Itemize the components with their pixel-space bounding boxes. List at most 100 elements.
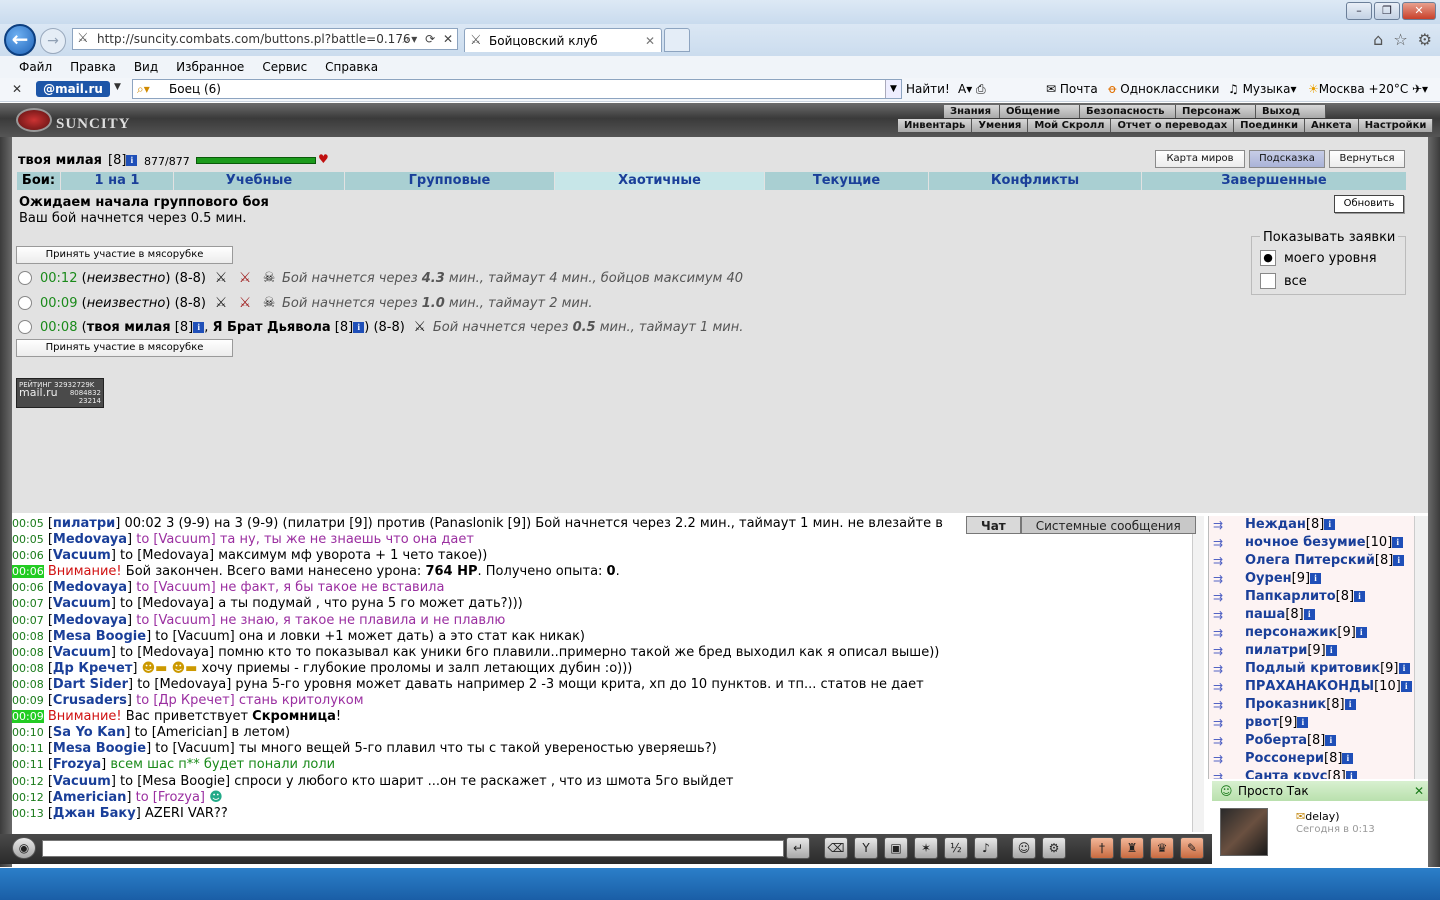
ratio-icon[interactable]: ½ — [944, 837, 968, 859]
user-list-item[interactable]: ⇉ Россонери[8] i — [1209, 750, 1428, 768]
close-window-button[interactable]: ✕ — [1402, 2, 1436, 20]
forward-button[interactable]: → — [40, 28, 66, 54]
private-message-icon[interactable]: ⇉ — [1213, 626, 1235, 640]
private-message-icon[interactable]: ⇉ — [1213, 716, 1235, 730]
eraser-icon[interactable]: ⌫ — [824, 837, 848, 859]
menu-settings[interactable]: Настройки — [1358, 119, 1434, 132]
user-name[interactable]: Оурен — [1245, 571, 1292, 586]
return-button[interactable]: Вернуться — [1329, 150, 1405, 168]
tab-chat[interactable]: Чат — [966, 516, 1021, 534]
back-button[interactable]: ← — [4, 24, 36, 56]
settings-icon[interactable]: ⚙ — [1042, 837, 1066, 859]
chat-nick[interactable]: Americian — [53, 790, 126, 805]
chat-nick[interactable]: пилатри — [53, 516, 115, 531]
tab-group[interactable]: Групповые — [345, 172, 555, 190]
menu-transfer-report[interactable]: Отчет о переводах — [1111, 119, 1235, 132]
join-button-bottom[interactable]: Принять участие в мясорубке — [16, 339, 233, 357]
menu-edit[interactable]: Правка — [61, 58, 125, 78]
save-icon[interactable]: ▣ — [884, 837, 908, 859]
user-name[interactable]: ПРАХАНАКОНДЫ — [1245, 679, 1374, 694]
chevron-down-icon[interactable]: ▼ — [114, 82, 121, 92]
clan-icon[interactable]: ♛ — [1150, 837, 1174, 859]
chat-nick[interactable]: Mesa Boogie — [53, 629, 146, 644]
scroll-icon[interactable]: ✎ — [1180, 837, 1204, 859]
join-button-top[interactable]: Принять участие в мясорубке — [16, 246, 233, 264]
menu-knowledge[interactable]: Знания — [944, 105, 1000, 118]
user-name[interactable]: Папкарлито — [1245, 589, 1336, 604]
tab-current[interactable]: Текущие — [765, 172, 929, 190]
user-list-item[interactable]: ⇉ Олега Питерский[8] i — [1209, 552, 1428, 570]
private-message-icon[interactable]: ⇉ — [1213, 536, 1235, 550]
user-list-item[interactable]: ⇉ ночное безумие[10] i — [1209, 534, 1428, 552]
menu-profile[interactable]: Анкета — [1304, 119, 1359, 132]
home-icon[interactable]: ⌂ — [1373, 30, 1383, 49]
menu-fights[interactable]: Поединки — [1234, 119, 1305, 132]
hint-button[interactable]: Подсказка — [1249, 150, 1325, 168]
menu-my-scroll[interactable]: Мой Скролл — [1028, 119, 1112, 132]
chat-nick[interactable]: Sa Yo Kan — [53, 725, 125, 740]
user-list-item[interactable]: ⇉ рвот[9] i — [1209, 714, 1428, 732]
user-list-item[interactable]: ⇉ ПРАХАНАКОНДЫ[10] i — [1209, 678, 1428, 696]
info-icon[interactable]: i — [1303, 609, 1315, 620]
chat-nick[interactable]: Vacuum — [53, 596, 111, 611]
chat-log[interactable]: 00:05 [пилатри] 00:02 3 (9-9) на 3 (9-9)… — [12, 516, 1204, 832]
info-icon[interactable]: i — [1310, 573, 1322, 584]
user-list-item[interactable]: ⇉ паша[8] i — [1209, 606, 1428, 624]
user-list-item[interactable]: ⇉ пилатри[9] i — [1209, 642, 1428, 660]
browser-tab[interactable]: ⚔ Бойцовский клуб ✕ — [464, 28, 662, 52]
menu-inventory[interactable]: Инвентарь — [898, 119, 973, 132]
address-tools-icon[interactable]: ⌕▾ ⟳ ✕ — [403, 29, 455, 49]
find-button[interactable]: Найти! — [906, 82, 950, 96]
menu-character[interactable]: Персонаж — [1176, 105, 1256, 118]
font-size-icon[interactable]: A▾ ⎙ — [958, 82, 986, 97]
chat-nick[interactable]: Medovaya — [53, 580, 127, 595]
battle-radio[interactable] — [18, 320, 32, 334]
chat-nick[interactable]: Vacuum — [53, 548, 111, 563]
info-icon[interactable]: i — [1355, 627, 1367, 638]
chat-scrollbar[interactable] — [1192, 516, 1204, 832]
user-name[interactable]: Подлый критовик — [1245, 661, 1380, 676]
private-message-icon[interactable]: ⇉ — [1213, 698, 1235, 712]
info-icon[interactable]: i — [1325, 645, 1337, 656]
tab-system-messages[interactable]: Системные сообщения — [1020, 516, 1196, 534]
chat-nick[interactable]: Medovaya — [53, 532, 127, 547]
battle-player2[interactable]: Я Брат Дьявола — [212, 320, 330, 335]
info-icon[interactable]: i — [353, 321, 365, 333]
info-icon[interactable]: i — [193, 321, 205, 333]
chat-nick[interactable]: Medovaya — [53, 613, 127, 628]
user-name[interactable]: рвот — [1245, 715, 1279, 730]
weather-link[interactable]: ☀Москва +20°C — [1308, 82, 1408, 96]
userlist-scrollbar[interactable] — [1414, 516, 1428, 779]
user-list-item[interactable]: ⇉ Папкарлито[8] i — [1209, 588, 1428, 606]
info-icon[interactable]: i — [1325, 735, 1337, 746]
user-name[interactable]: Санта крус — [1245, 769, 1327, 779]
user-name[interactable]: пилатри — [1245, 643, 1307, 658]
refresh-button[interactable]: Обновить — [1334, 195, 1404, 213]
world-map-button[interactable]: Карта миров — [1155, 150, 1245, 168]
user-name[interactable]: Россонери — [1245, 751, 1324, 766]
private-message-icon[interactable]: ⇉ — [1213, 572, 1235, 586]
avatar[interactable] — [1220, 808, 1268, 856]
menu-skills[interactable]: Умения — [972, 119, 1029, 132]
search-dropdown-icon[interactable]: ▼ — [885, 80, 901, 98]
mailru-logo[interactable]: @mail.ru — [36, 81, 110, 97]
rating-counter[interactable]: РЕЙТИНГ 32932729K mail.ru 8084832 23214 — [16, 378, 104, 408]
chat-nick[interactable]: Др Кречет — [53, 661, 132, 676]
user-list-item[interactable]: ⇉ Проказник[8] i — [1209, 696, 1428, 714]
user-name[interactable]: Неждан — [1245, 517, 1306, 532]
user-list-item[interactable]: ⇉ Санта крус[8] i — [1209, 768, 1428, 779]
info-icon[interactable]: i — [1297, 717, 1309, 728]
tab-conflicts[interactable]: Конфликты — [929, 172, 1142, 190]
info-icon[interactable]: i — [1345, 771, 1357, 779]
maximize-button[interactable]: ❐ — [1374, 2, 1400, 20]
chat-input[interactable] — [42, 840, 784, 857]
private-message-icon[interactable]: ⇉ — [1213, 590, 1235, 604]
info-icon[interactable]: i — [1344, 699, 1356, 710]
private-message-icon[interactable]: ⇉ — [1213, 770, 1235, 779]
filter-my-level-option[interactable]: ● моего уровня — [1260, 250, 1377, 266]
info-icon[interactable]: i — [1400, 681, 1412, 692]
menu-tools[interactable]: Сервис — [253, 58, 316, 78]
user-list-item[interactable]: ⇉ Неждан[8] i — [1209, 516, 1428, 534]
chat-nick[interactable]: Frozya — [53, 757, 101, 772]
fight-icon[interactable]: ✶ — [914, 837, 938, 859]
